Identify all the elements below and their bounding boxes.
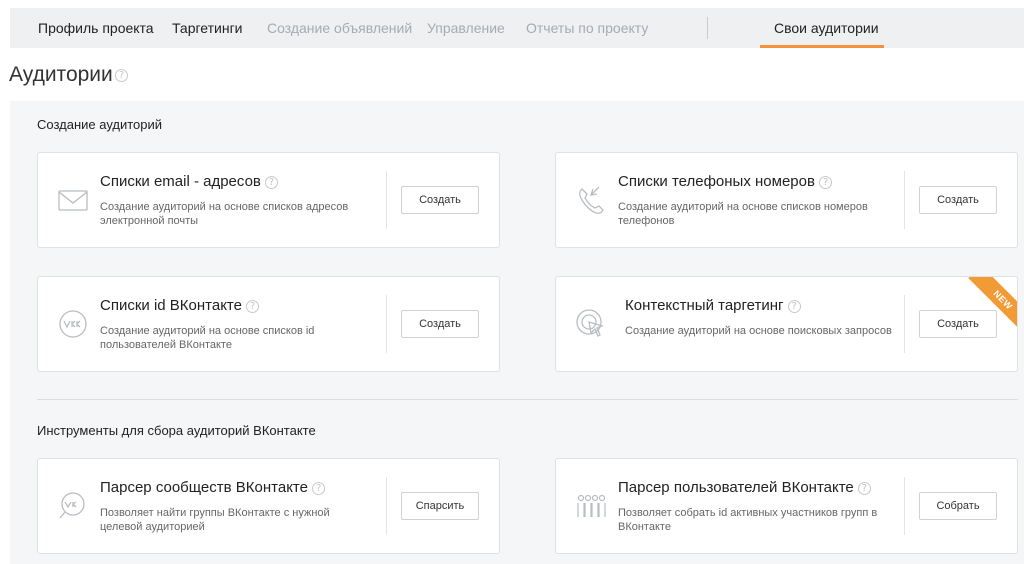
phone-icon <box>574 183 608 217</box>
create-vkid-audience-button[interactable]: Создать <box>401 310 479 338</box>
card-divider <box>904 295 905 353</box>
card-description: Создание аудиторий на основе списков ном… <box>618 201 868 227</box>
card-title: Парсер пользователей ВКонтакте ? <box>618 479 871 496</box>
help-icon[interactable]: ? <box>857 481 871 495</box>
help-icon[interactable]: ? <box>819 175 833 189</box>
card-title: Списки id ВКонтакте ? <box>100 297 260 314</box>
page-title: Аудитории <box>9 63 113 86</box>
tab-project-reports[interactable]: Отчеты по проекту <box>526 8 648 48</box>
target-cursor-icon <box>574 307 608 341</box>
users-icon <box>574 489 608 523</box>
nav-divider <box>707 17 708 39</box>
card-context-targeting: Контекстный таргетинг ? Создание аудитор… <box>555 276 1018 372</box>
card-groups-parser: Парсер сообществ ВКонтакте ? Позволяет н… <box>37 458 500 554</box>
card-title: Списки email - адресов ? <box>100 173 279 190</box>
card-description: Позволяет собрать id активных участников… <box>618 507 878 533</box>
new-badge-label: NEW <box>968 277 1017 333</box>
tab-project-profile[interactable]: Профиль проекта <box>38 8 154 48</box>
card-title: Парсер сообществ ВКонтакте ? <box>100 479 326 496</box>
card-users-parser: Парсер пользователей ВКонтакте ? Позволя… <box>555 458 1018 554</box>
card-divider <box>386 295 387 353</box>
card-description: Создание аудиторий на основе поисковых з… <box>625 325 892 337</box>
section-title-create: Создание аудиторий <box>37 117 163 132</box>
card-phone-lists: Списки телефоных номеров ? Создание ауди… <box>555 152 1018 248</box>
card-title: Контекстный таргетинг ? <box>625 297 801 314</box>
active-tab-indicator <box>760 45 884 48</box>
card-description: Позволяет найти группы ВКонтакте с нужно… <box>100 507 330 533</box>
card-title: Списки телефоных номеров ? <box>618 173 833 190</box>
section-divider <box>37 399 1018 400</box>
card-vk-id-lists: Списки id ВКонтакте ? Создание аудиторий… <box>37 276 500 372</box>
card-email-lists: Списки email - адресов ? Создание аудито… <box>37 152 500 248</box>
help-icon[interactable]: ? <box>115 69 128 82</box>
help-icon[interactable]: ? <box>787 299 801 313</box>
card-divider <box>904 171 905 229</box>
card-description: Создание аудиторий на основе списков адр… <box>100 201 349 227</box>
section-title-tools: Инструменты для сбора аудиторий ВКонтакт… <box>37 423 316 438</box>
card-description: Создание аудиторий на основе списков id … <box>100 325 315 351</box>
card-divider <box>904 477 905 535</box>
vk-icon <box>56 307 90 341</box>
card-divider <box>386 171 387 229</box>
create-email-audience-button[interactable]: Создать <box>401 186 479 214</box>
create-phone-audience-button[interactable]: Создать <box>919 186 997 214</box>
collect-users-button[interactable]: Собрать <box>919 492 997 520</box>
help-icon[interactable]: ? <box>246 299 260 313</box>
tab-targeting[interactable]: Таргетинги <box>172 8 243 48</box>
envelope-icon <box>56 183 90 217</box>
card-divider <box>386 477 387 535</box>
parse-groups-button[interactable]: Спарсить <box>401 492 479 520</box>
tab-ad-creation[interactable]: Создание объявлений <box>267 8 412 48</box>
help-icon[interactable]: ? <box>265 175 279 189</box>
top-nav: Профиль проекта Таргетинги Создание объя… <box>10 8 1024 48</box>
vk-search-icon <box>56 489 90 523</box>
tab-management[interactable]: Управление <box>427 8 505 48</box>
help-icon[interactable]: ? <box>312 481 326 495</box>
new-badge: NEW <box>961 277 1017 333</box>
tab-own-audiences[interactable]: Свои аудитории <box>774 8 879 48</box>
